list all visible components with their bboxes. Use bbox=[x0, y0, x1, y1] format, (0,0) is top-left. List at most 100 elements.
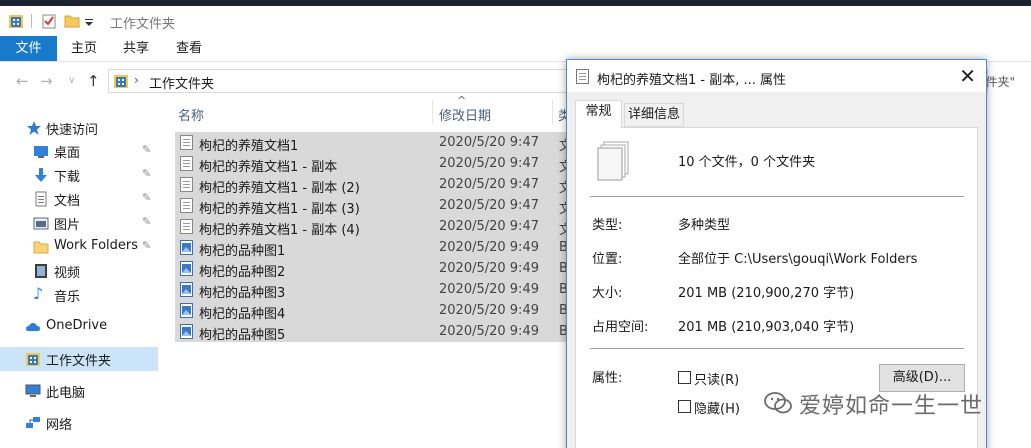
divider bbox=[590, 196, 964, 197]
properties-check-icon[interactable] bbox=[41, 13, 57, 29]
watermark: 爱婷如命一生一世 bbox=[763, 388, 1003, 419]
tab-view[interactable]: 查看 bbox=[162, 36, 216, 61]
pin-icon: ✎ bbox=[142, 215, 152, 228]
back-arrow-icon[interactable]: ← bbox=[16, 72, 29, 90]
dialog-title: 枸杞的养殖文档1 - 副本, ... 属性 bbox=[597, 73, 787, 88]
window-titlebar: 工作文件夹 bbox=[0, 6, 1031, 36]
divider bbox=[590, 348, 964, 349]
file-row[interactable]: 枸杞的养殖文档1 - 副本 2020/5/20 9:47 文 bbox=[175, 153, 572, 175]
disk-size-label: 占用空间: bbox=[592, 320, 649, 335]
nav-item-documents[interactable]: 文档 ✎ bbox=[0, 187, 158, 211]
download-icon bbox=[35, 168, 47, 182]
cloud-icon bbox=[26, 323, 40, 331]
customize-quick-access-icon[interactable] bbox=[84, 13, 94, 29]
pc-icon bbox=[25, 384, 41, 397]
tab-home[interactable]: 主页 bbox=[58, 36, 110, 61]
size-label: 大小: bbox=[592, 286, 623, 301]
document-icon bbox=[35, 191, 47, 207]
pin-icon: ✎ bbox=[142, 143, 152, 156]
file-row[interactable]: 枸杞的品种图2 2020/5/20 9:49 B bbox=[175, 258, 570, 280]
document-icon bbox=[576, 69, 589, 84]
pin-icon: ✎ bbox=[142, 167, 152, 180]
nav-item-network[interactable]: 网络 bbox=[0, 411, 158, 435]
nav-item-work-folders[interactable]: 工作文件夹 bbox=[0, 347, 158, 371]
type-label: 类型: bbox=[592, 218, 623, 233]
image-file-icon bbox=[180, 303, 193, 318]
file-row[interactable]: 枸杞的养殖文档1 - 副本 (4) 2020/5/20 9:47 文 bbox=[175, 216, 572, 238]
nav-item-pictures[interactable]: 图片 ✎ bbox=[0, 211, 158, 235]
new-folder-icon[interactable] bbox=[64, 13, 80, 29]
text-file-icon bbox=[180, 177, 193, 192]
video-icon bbox=[35, 264, 47, 278]
nav-item-quick-access[interactable]: 快速访问 bbox=[0, 116, 158, 140]
nav-item-work-folders-quick[interactable]: Work Folders ✎ bbox=[0, 235, 158, 259]
nav-item-onedrive[interactable]: OneDrive bbox=[0, 315, 158, 339]
file-row[interactable]: 枸杞的品种图3 2020/5/20 9:49 B bbox=[175, 279, 570, 301]
image-file-icon bbox=[180, 324, 193, 339]
readonly-checkbox[interactable] bbox=[678, 371, 691, 384]
tab-details[interactable]: 详细信息 bbox=[624, 103, 684, 127]
up-arrow-icon[interactable]: ↑ bbox=[87, 72, 100, 90]
file-row[interactable]: 枸杞的养殖文档1 2020/5/20 9:47 文 bbox=[175, 132, 572, 154]
location-label: 位置: bbox=[592, 252, 623, 267]
titlebar-separator bbox=[31, 14, 32, 28]
nav-item-videos[interactable]: 视频 bbox=[0, 259, 158, 283]
file-row[interactable]: 枸杞的品种图1 2020/5/20 9:49 B bbox=[175, 237, 570, 259]
pin-icon: ✎ bbox=[142, 239, 152, 252]
attributes-label: 属性: bbox=[592, 371, 623, 386]
selection-summary: 10 个文件，0 个文件夹 bbox=[678, 155, 816, 170]
folder-icon bbox=[33, 241, 49, 254]
picture-icon bbox=[33, 217, 49, 230]
type-value: 多种类型 bbox=[678, 218, 731, 233]
readonly-label[interactable]: 只读(R) bbox=[694, 369, 739, 388]
file-row[interactable]: 枸杞的品种图5 2020/5/20 9:49 B bbox=[175, 321, 570, 343]
music-icon: ♪ bbox=[33, 284, 44, 303]
column-modified[interactable]: 修改日期 bbox=[439, 105, 491, 124]
nav-item-music[interactable]: ♪ 音乐 bbox=[0, 283, 158, 307]
navigation-pane: 快速访问 桌面 ✎ 下载 ✎ 文档 ✎ 图片 ✎ Work Folders ✎ … bbox=[0, 110, 160, 448]
hidden-label[interactable]: 隐藏(H) bbox=[694, 398, 740, 417]
work-folders-icon bbox=[9, 15, 23, 28]
desktop-icon bbox=[34, 146, 48, 158]
hidden-checkbox[interactable] bbox=[678, 400, 691, 413]
file-row[interactable]: 枸杞的品种图4 2020/5/20 9:49 B bbox=[175, 300, 570, 322]
multiple-files-icon bbox=[597, 141, 629, 181]
search-box-text[interactable]: 件夹" bbox=[985, 73, 1015, 90]
text-file-icon bbox=[180, 156, 193, 171]
column-divider[interactable] bbox=[432, 100, 433, 124]
recent-locations-chevron-icon[interactable]: ∨ bbox=[68, 75, 75, 86]
file-row[interactable]: 枸杞的养殖文档1 - 副本 (2) 2020/5/20 9:47 文 bbox=[175, 174, 572, 196]
work-folders-icon bbox=[26, 353, 40, 366]
text-file-icon bbox=[180, 198, 193, 213]
text-file-icon bbox=[180, 135, 193, 150]
file-list-header: ^ 名称 修改日期 类 bbox=[160, 94, 580, 126]
tab-share[interactable]: 共享 bbox=[110, 36, 162, 61]
watermark-text: 爱婷如命一生一世 bbox=[799, 394, 984, 419]
nav-item-desktop[interactable]: 桌面 ✎ bbox=[0, 139, 158, 163]
network-icon bbox=[26, 417, 40, 428]
window-title: 工作文件夹 bbox=[110, 17, 176, 32]
location-value: 全部位于 C:\Users\gouqi\Work Folders bbox=[678, 252, 918, 267]
breadcrumb-current[interactable]: 工作文件夹 bbox=[149, 73, 214, 92]
disk-size-value: 201 MB (210,903,040 字节) bbox=[678, 320, 855, 335]
close-icon[interactable]: ✕ bbox=[959, 64, 976, 88]
text-file-icon bbox=[180, 219, 193, 234]
image-file-icon bbox=[180, 282, 193, 297]
file-row[interactable]: 枸杞的养殖文档1 - 副本 (3) 2020/5/20 9:47 文 bbox=[175, 195, 572, 217]
wechat-logo-icon bbox=[764, 392, 792, 414]
work-folders-icon bbox=[114, 75, 128, 88]
image-file-icon bbox=[180, 261, 193, 276]
tab-general[interactable]: 常规 bbox=[575, 100, 622, 128]
column-divider[interactable] bbox=[552, 100, 553, 124]
image-file-icon bbox=[180, 240, 193, 255]
breadcrumb-chevron-icon[interactable]: › bbox=[134, 73, 139, 87]
pin-icon: ✎ bbox=[142, 191, 152, 204]
column-name[interactable]: 名称 bbox=[178, 105, 204, 124]
dialog-titlebar[interactable]: 枸杞的养殖文档1 - 副本, ... 属性 ✕ bbox=[567, 60, 986, 92]
nav-item-this-pc[interactable]: 此电脑 bbox=[0, 379, 158, 403]
nav-item-downloads[interactable]: 下载 ✎ bbox=[0, 163, 158, 187]
size-value: 201 MB (210,900,270 字节) bbox=[678, 286, 855, 301]
tab-file[interactable]: 文件 bbox=[0, 36, 57, 61]
forward-arrow-icon[interactable]: → bbox=[40, 72, 53, 90]
star-icon bbox=[27, 121, 41, 135]
